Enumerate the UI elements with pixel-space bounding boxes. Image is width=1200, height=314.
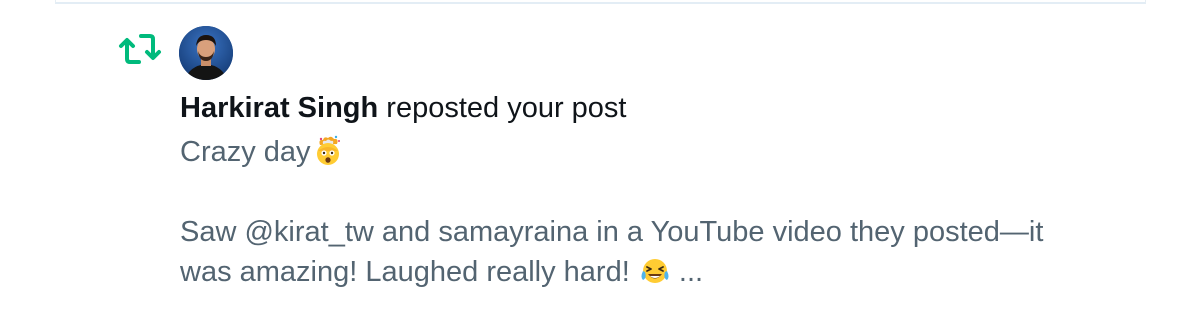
post-text-line: Crazy day [180,132,1140,172]
action-text: reposted your post [386,92,627,124]
repost-notification[interactable]: Harkirat Singh reposted your post Crazy … [0,0,1200,314]
notification-header: Harkirat Singh reposted your post [180,88,1140,128]
repost-icon [117,29,163,69]
ellipsis: ... [678,256,704,288]
post-body: Saw @kirat_tw and samayraina in a YouTub… [180,212,1140,292]
exploding-head-emoji [312,135,344,167]
avatar[interactable] [179,26,233,80]
post-body-line: was amazing! Laughed really hard! ... [180,252,1140,292]
post-first-line: Crazy day [180,136,311,168]
author-name[interactable]: Harkirat Singh [180,92,378,124]
post-body-line: Saw @kirat_tw and samayraina in a YouTub… [180,216,1044,248]
post-body-text: was amazing! Laughed really hard! [180,256,630,288]
tears-of-joy-emoji [639,255,671,287]
notification-content: Harkirat Singh reposted your post Crazy … [180,88,1140,292]
